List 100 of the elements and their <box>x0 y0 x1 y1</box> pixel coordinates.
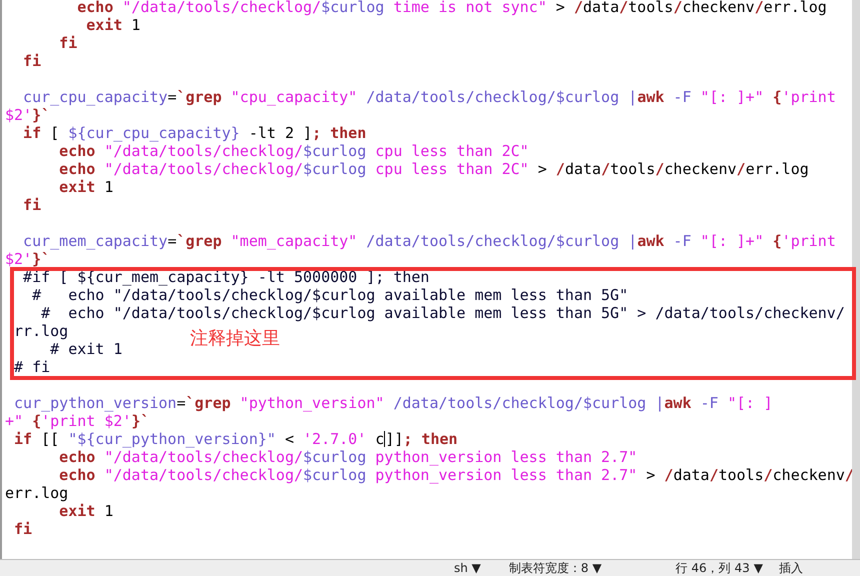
code-token: 'print $2' <box>41 412 132 430</box>
code-token: cpu less than 2C" <box>374 142 529 160</box>
code-token: / <box>709 466 718 484</box>
code-token: fi <box>22 52 42 70</box>
code-token: 1 <box>130 16 140 34</box>
code-token: > <box>536 160 548 178</box>
code-token: }` <box>131 412 150 430</box>
cursor-position: 行 46，列 43 <box>676 560 750 576</box>
code-token: tools <box>718 466 764 484</box>
code-token: awk <box>637 88 664 106</box>
code-token: "${cur_python_version}" <box>68 430 276 448</box>
scrollbar[interactable] <box>852 0 860 559</box>
code-token: exit <box>85 16 122 34</box>
code-token: `grep <box>176 232 222 250</box>
language-dropdown[interactable]: sh ▼ <box>450 561 485 575</box>
code-token: c <box>374 430 384 448</box>
code-token: '2.7.0' <box>303 430 366 448</box>
code-token: = <box>176 394 186 412</box>
code-token: # echo "/data/tools/checklog/$curlog available mem less than 5G" <box>31 286 628 304</box>
code-token: "/data/tools/checklog/ <box>103 142 304 160</box>
code-token: if <box>13 430 32 448</box>
code-token: "[: ]+" <box>700 88 764 106</box>
code-token: cur_python_version <box>13 394 177 412</box>
code-token: -F <box>672 88 692 106</box>
code-token: fi <box>22 196 42 214</box>
code-token: cur_mem_capacity <box>22 232 168 250</box>
code-token: fi <box>58 34 78 52</box>
code-token: err.log <box>746 160 809 178</box>
code-token: checkenv <box>772 466 845 484</box>
code-token: awk <box>664 394 692 412</box>
code-token: err.log <box>5 484 68 502</box>
code-token: tools <box>610 160 656 178</box>
insert-mode: 插入 <box>779 560 803 576</box>
code-token: echo <box>76 0 114 16</box>
code-token: # echo "/data/tools/checklog/$curlog available mem less than 5G" > /data/tools/checkenv/ <box>40 304 845 322</box>
code-token: "[: ] <box>728 394 773 412</box>
code-token: `grep <box>176 88 222 106</box>
code-token: / <box>764 466 773 484</box>
code-token: echo <box>58 142 96 160</box>
code-token: `grep <box>186 394 231 412</box>
code-token: "/data/tools/checklog/ <box>103 160 304 178</box>
code-token: / <box>754 0 764 16</box>
code-token: / <box>664 466 674 484</box>
code-token: checkenv <box>682 0 755 16</box>
code-token: 1 <box>103 502 114 520</box>
code-token: / <box>574 0 583 16</box>
code-token: time is not sync" <box>392 0 547 16</box>
code-token: err.log <box>764 0 827 16</box>
code-token: checkenv <box>664 160 737 178</box>
code-token: $curlog <box>303 448 366 466</box>
code-token: if <box>22 124 42 142</box>
code-token: 'print <box>782 88 836 106</box>
code-token: / <box>601 160 610 178</box>
code-token: -F <box>699 394 720 412</box>
code-token: echo <box>58 160 96 178</box>
code-token: /data/tools/checklog/$curlog | <box>392 394 664 412</box>
code-token: # fi <box>13 358 50 376</box>
code-token: / <box>673 0 682 16</box>
code-token: $curlog <box>321 0 384 16</box>
code-token: python_version less than 2.7" <box>374 448 638 466</box>
code-token: $2' <box>5 106 32 124</box>
code-token: echo <box>58 448 96 466</box>
code-token: 'print <box>782 232 836 250</box>
code-token: tools <box>628 0 674 16</box>
code-token: ${cur_cpu_capacity} <box>68 124 240 142</box>
code-token: /data/tools/checklog/$curlog | <box>365 88 638 106</box>
code-token: data <box>583 0 620 16</box>
text-cursor <box>384 431 386 447</box>
code-token: < <box>284 430 295 448</box>
code-token: cpu less than 2C" <box>374 160 529 178</box>
code-token: = <box>168 232 177 250</box>
code-token: echo <box>58 466 96 484</box>
code-token: / <box>619 0 628 16</box>
code-token: data <box>564 160 602 178</box>
code-editor[interactable] <box>0 0 860 559</box>
tab-width-dropdown[interactable]: 制表符宽度：8 ▼ <box>504 560 606 576</box>
code-token: "/data/tools/checklog/ <box>103 448 304 466</box>
code-token: $curlog <box>303 160 366 178</box>
code-token: python_version less than 2.7" <box>374 466 638 484</box>
code-token: = <box>168 88 177 106</box>
code-token: [[ <box>40 430 60 448</box>
code-token: data <box>673 466 710 484</box>
code-token: -lt 2 ] <box>248 124 312 142</box>
code-token: ; then <box>312 124 366 142</box>
code-token: }` <box>32 250 50 268</box>
code-token: > <box>554 0 566 16</box>
code-token: +" <box>5 412 24 430</box>
code-token: 1 <box>103 178 114 196</box>
code-token: > <box>645 466 656 484</box>
code-token: fi <box>13 520 32 538</box>
mode-dropdown[interactable]: ▼ <box>750 561 767 575</box>
code-token: cur_cpu_capacity <box>22 88 168 106</box>
code-token: [ <box>49 124 60 142</box>
code-token: "python_version" <box>238 394 384 412</box>
code-token: rr.log <box>13 322 68 340</box>
code-token: { <box>31 412 42 430</box>
code-token: -F <box>672 232 692 250</box>
code-token: exit <box>58 178 96 196</box>
code-token: }` <box>32 106 50 124</box>
code-token: /data/tools/checklog/$curlog | <box>365 232 638 250</box>
